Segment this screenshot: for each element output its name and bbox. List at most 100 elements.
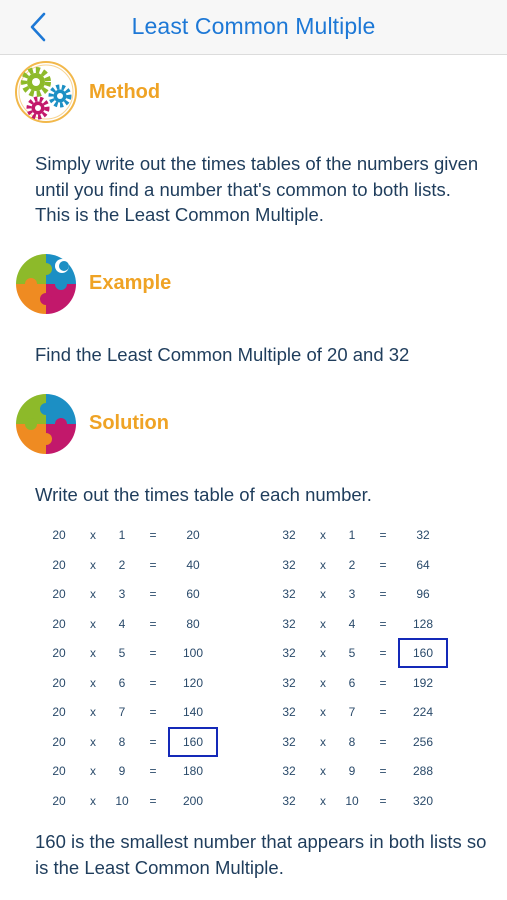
product: 60 bbox=[186, 587, 200, 601]
multiplier: 9 bbox=[118, 764, 126, 778]
equals-sign: = bbox=[379, 528, 387, 542]
product: 20 bbox=[186, 528, 200, 542]
multiplicand: 32 bbox=[282, 557, 296, 572]
product: 120 bbox=[182, 675, 204, 690]
gears-icon bbox=[14, 60, 78, 124]
times-table-right: 32 x 1 = 32 32 x 2 = 64 32 x 3 = 96 32 x 4 = 128 32 x 5 = 160 32 x… bbox=[278, 525, 478, 825]
puzzle-icon bbox=[14, 252, 78, 316]
table-row: 32 x 6 = 192 bbox=[278, 673, 478, 693]
times-sign: x bbox=[320, 675, 326, 690]
product: 64 bbox=[416, 557, 430, 572]
equals-sign: = bbox=[379, 734, 387, 749]
product: 96 bbox=[416, 587, 430, 601]
product: 192 bbox=[412, 675, 434, 690]
times-sign: x bbox=[320, 705, 326, 719]
multiplicand: 20 bbox=[52, 646, 66, 660]
equals-sign: = bbox=[149, 764, 157, 778]
table-row: 20 x 5 = 100 bbox=[48, 643, 248, 663]
times-sign: x bbox=[320, 528, 326, 542]
product: 224 bbox=[412, 705, 434, 719]
times-sign: x bbox=[320, 587, 326, 601]
multiplier: 3 bbox=[348, 587, 356, 601]
multiplier: 2 bbox=[118, 557, 126, 572]
multiplier: 2 bbox=[348, 557, 356, 572]
times-sign: x bbox=[90, 528, 96, 542]
product: 128 bbox=[412, 616, 434, 631]
table-row: 32 x 3 = 96 bbox=[278, 584, 478, 604]
product: 200 bbox=[182, 793, 204, 808]
times-sign: x bbox=[90, 675, 96, 690]
product: 80 bbox=[186, 616, 200, 631]
table-row: 32 x 5 = 160 bbox=[278, 638, 478, 668]
example-text: Find the Least Common Multiple of 20 and… bbox=[35, 344, 410, 365]
table-row: 20 x 7 = 140 bbox=[48, 702, 248, 722]
table-row: 20 x 9 = 180 bbox=[48, 761, 248, 781]
multiplier: 7 bbox=[348, 705, 356, 719]
equals-sign: = bbox=[149, 616, 157, 631]
table-row: 20 x 6 = 120 bbox=[48, 673, 248, 693]
times-sign: x bbox=[90, 587, 96, 601]
times-sign: x bbox=[90, 616, 96, 631]
equals-sign: = bbox=[149, 675, 157, 690]
example-heading: Example bbox=[89, 272, 172, 294]
equals-sign: = bbox=[149, 528, 157, 542]
multiplier: 1 bbox=[118, 528, 126, 542]
table-row: 32 x 7 = 224 bbox=[278, 702, 478, 722]
product: 100 bbox=[182, 646, 204, 660]
solution-intro-text: Write out the times table of each number… bbox=[35, 484, 372, 505]
common-multiple-highlight-box bbox=[168, 726, 218, 757]
multiplicand: 32 bbox=[282, 764, 296, 778]
multiplicand: 20 bbox=[52, 764, 66, 778]
table-row: 32 x 2 = 64 bbox=[278, 555, 478, 575]
multiplier: 6 bbox=[348, 675, 356, 690]
multiplier: 8 bbox=[348, 734, 356, 749]
times-sign: x bbox=[320, 734, 326, 749]
times-sign: x bbox=[90, 646, 96, 660]
multiplier: 6 bbox=[118, 675, 126, 690]
multiplicand: 32 bbox=[282, 646, 296, 660]
multiplicand: 20 bbox=[52, 705, 66, 719]
equals-sign: = bbox=[379, 793, 387, 808]
equals-sign: = bbox=[149, 587, 157, 601]
multiplier: 1 bbox=[348, 528, 356, 542]
product: 320 bbox=[412, 793, 434, 808]
product: 180 bbox=[182, 764, 204, 778]
product: 140 bbox=[182, 705, 204, 719]
multiplier: 10 bbox=[345, 793, 359, 808]
times-table-left: 20 x 1 = 20 20 x 2 = 40 20 x 3 = 60 20 x 4 = 80 20 x 5 = 100 20 x 6… bbox=[48, 525, 248, 825]
equals-sign: = bbox=[379, 646, 387, 660]
equals-sign: = bbox=[379, 557, 387, 572]
times-sign: x bbox=[90, 764, 96, 778]
table-row: 32 x 8 = 256 bbox=[278, 732, 478, 752]
multiplicand: 32 bbox=[282, 616, 296, 631]
times-sign: x bbox=[320, 646, 326, 660]
multiplicand: 32 bbox=[282, 675, 296, 690]
equals-sign: = bbox=[379, 764, 387, 778]
equals-sign: = bbox=[379, 705, 387, 719]
multiplicand: 32 bbox=[282, 793, 296, 808]
table-row: 32 x 10 = 320 bbox=[278, 791, 478, 811]
table-row: 20 x 2 = 40 bbox=[48, 555, 248, 575]
multiplicand: 20 bbox=[52, 793, 66, 808]
table-row: 20 x 8 = 160 bbox=[48, 726, 248, 757]
equals-sign: = bbox=[379, 675, 387, 690]
multiplicand: 32 bbox=[282, 587, 296, 601]
multiplier: 5 bbox=[118, 646, 126, 660]
times-sign: x bbox=[90, 793, 96, 808]
times-sign: x bbox=[90, 734, 96, 749]
times-sign: x bbox=[320, 764, 326, 778]
table-row: 20 x 4 = 80 bbox=[48, 614, 248, 634]
product: 40 bbox=[186, 557, 200, 572]
table-row: 20 x 3 = 60 bbox=[48, 584, 248, 604]
equals-sign: = bbox=[149, 557, 157, 572]
times-sign: x bbox=[320, 793, 326, 808]
product: 256 bbox=[412, 734, 434, 749]
equals-sign: = bbox=[149, 793, 157, 808]
multiplier: 8 bbox=[118, 734, 126, 749]
multiplier: 4 bbox=[118, 616, 126, 631]
common-multiple-highlight-box bbox=[398, 638, 448, 668]
multiplier: 7 bbox=[118, 705, 126, 719]
puzzle-icon bbox=[14, 392, 78, 456]
multiplicand: 32 bbox=[282, 705, 296, 719]
navigation-bar: Least Common Multiple bbox=[0, 0, 507, 55]
